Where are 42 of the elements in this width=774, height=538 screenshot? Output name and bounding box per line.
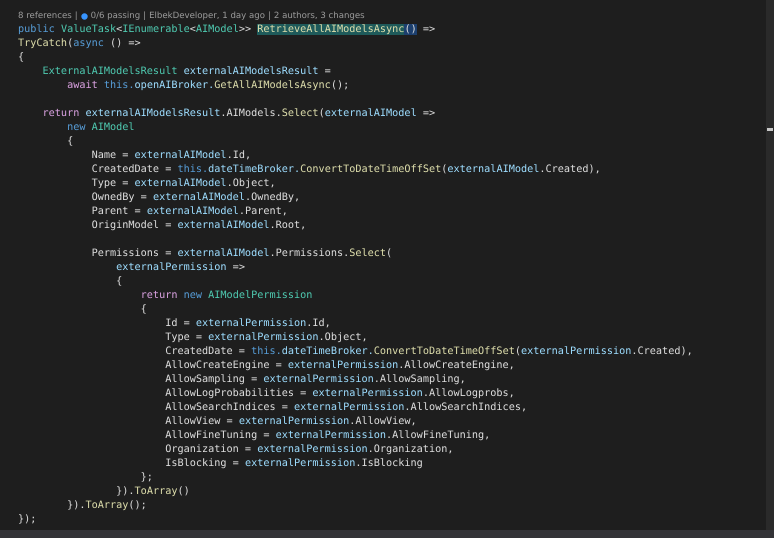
code-line: AllowSearchIndices = externalPermission.AllowSearchIndices, xyxy=(164,401,528,415)
codelens-separator: | xyxy=(143,11,146,21)
codelens-link[interactable]: 8 references xyxy=(18,11,72,21)
code-line: return externalAIModelsResult.AIModels.Select(externalAIModel => xyxy=(42,107,436,121)
code-line: Organization = externalPermission.Organization, xyxy=(164,443,454,457)
codelens-link[interactable]: ElbekDeveloper, 1 day ago xyxy=(149,11,265,21)
code-line: AllowView = externalPermission.AllowView, xyxy=(164,415,417,429)
code-line: { xyxy=(140,303,147,317)
code-line: CreatedDate = this.dateTimeBroker.ConvertToDateTimeOffSet(externalAIModel.Created), xyxy=(90,163,601,177)
code-line: Parent = externalAIModel.Parent, xyxy=(90,205,288,219)
code-line: Type = externalPermission.Object, xyxy=(164,331,368,345)
code-line: Permissions = externalAIModel.Permissions.Select( xyxy=(90,247,392,261)
codelens-separator: | xyxy=(74,11,78,21)
code-line: new AIModel xyxy=(66,121,135,135)
scrollbar[interactable] xyxy=(766,0,774,530)
codelens-link[interactable]: 0/6 passing xyxy=(80,11,140,21)
code-line: TryCatch(async () => xyxy=(18,37,141,51)
code-line: }); xyxy=(18,513,36,527)
code-line: Name = externalAIModel.Id, xyxy=(90,149,252,163)
code-line: OwnedBy = externalAIModel.OwnedBy, xyxy=(90,191,300,205)
code-line: IsBlocking = externalPermission.IsBlocking xyxy=(164,457,423,471)
code-line: CreatedDate = this.dateTimeBroker.ConvertToDateTimeOffSet(externalPermission.Created), xyxy=(164,345,693,359)
code-line: { xyxy=(18,51,24,65)
code-line: { xyxy=(115,275,122,289)
code-line: ExternalAIModelsResult externalAIModelsResult = xyxy=(42,65,331,79)
codelens-separator: | xyxy=(268,11,271,21)
code-line: AllowFineTuning = externalPermission.AllowFineTuning, xyxy=(164,429,490,443)
code-line: externalPermission => xyxy=(115,261,245,275)
code-line: }).ToArray() xyxy=(115,485,190,499)
codelens-link[interactable]: 2 authors, 3 changes xyxy=(274,11,365,21)
code-line: public ValueTask<IEnumerable<AIModel>> RetrieveAllAIModelsAsync() => xyxy=(18,23,436,37)
code-line: AllowLogProbabilities = externalPermission.AllowLogprobs, xyxy=(164,387,515,401)
code-line: Id = externalPermission.Id, xyxy=(164,317,331,331)
code-line: return new AIModelPermission xyxy=(140,289,312,303)
code-line: }; xyxy=(140,471,153,485)
code-line: { xyxy=(66,135,74,149)
code-line: AllowCreateEngine = externalPermission.AllowCreateEngine, xyxy=(164,359,515,373)
code-line: await this.openAIBroker.GetAllAIModelsAsync(); xyxy=(66,79,350,93)
code-line: OriginModel = externalAIModel.Root, xyxy=(90,219,306,233)
code-line: AllowSampling = externalPermission.AllowSampling, xyxy=(164,373,466,387)
code-line: }).ToArray(); xyxy=(66,499,147,513)
code-line: Type = externalAIModel.Object, xyxy=(90,177,276,191)
